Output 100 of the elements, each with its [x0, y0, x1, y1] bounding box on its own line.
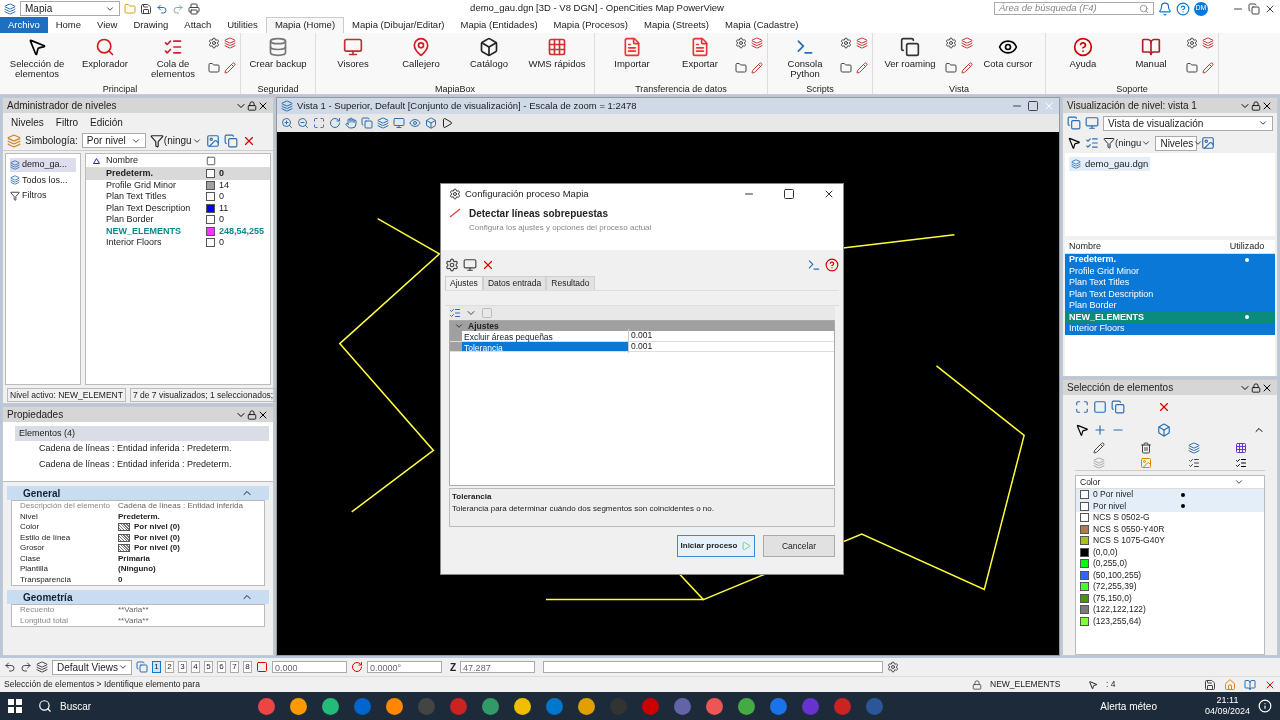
property-name[interactable]: Tolerancia — [462, 341, 628, 351]
app-icon[interactable] — [482, 697, 499, 715]
eye-icon[interactable] — [409, 117, 421, 129]
terminal-icon[interactable] — [807, 258, 821, 272]
pencil-icon[interactable] — [1092, 442, 1105, 455]
bin-icon[interactable] — [1140, 442, 1153, 455]
distance-field[interactable]: 0.000 — [272, 661, 347, 673]
color-item[interactable]: (0,255,0) — [1076, 558, 1264, 570]
lock-icon[interactable] — [247, 409, 257, 420]
grid-icon[interactable] — [1235, 442, 1248, 455]
windows-logo-icon[interactable] — [8, 699, 22, 713]
settings-icon[interactable] — [1186, 37, 1198, 49]
app-icon[interactable] — [258, 697, 275, 715]
ribbon-button[interactable]: Consola Python — [772, 33, 838, 83]
settings-icon[interactable] — [840, 37, 852, 49]
forward-icon[interactable] — [20, 661, 32, 673]
tab[interactable]: Ajustes — [445, 276, 483, 290]
ribbon-tab[interactable]: Mapia (Entidades) — [452, 17, 546, 33]
settings-icon[interactable] — [945, 37, 957, 49]
zoom-in-icon[interactable] — [281, 117, 293, 129]
ribbon-tab[interactable]: Archivo — [0, 17, 48, 33]
ribbon-tab[interactable]: Drawing — [125, 17, 177, 33]
symbology-dropdown[interactable]: Por nivel — [81, 133, 146, 148]
level-row[interactable]: Interior Floors 0 — [86, 237, 270, 249]
view-number-button[interactable]: 7 — [230, 661, 239, 673]
ribbon-tab[interactable]: Mapia (Home) — [265, 17, 345, 33]
ribbon-tab[interactable]: Mapia (Streets) — [636, 17, 717, 33]
help-icon[interactable] — [825, 258, 839, 272]
maximize-icon[interactable] — [1027, 100, 1039, 112]
tree-item[interactable]: Cadena de líneas : Entidad inferida : Predeterm. — [7, 441, 269, 457]
pencil-icon[interactable] — [1202, 62, 1214, 74]
list-icon[interactable] — [1085, 136, 1099, 150]
color-item[interactable]: (123,255,64) — [1076, 615, 1264, 627]
ribbon-tab[interactable]: Attach — [176, 17, 220, 33]
views-dropdown[interactable]: Default Views — [52, 659, 132, 675]
settings-icon[interactable] — [208, 37, 220, 49]
section-header[interactable]: General — [7, 486, 269, 500]
view-number-button[interactable]: 6 — [217, 661, 226, 673]
ribbon-button[interactable]: Catálogo — [456, 33, 522, 83]
tree-item[interactable]: Todos los... — [10, 173, 76, 187]
settings-icon[interactable] — [735, 37, 747, 49]
view-number-button[interactable]: 5 — [204, 661, 213, 673]
pencil-icon[interactable] — [856, 62, 868, 74]
angle-icon[interactable] — [351, 661, 363, 673]
app-icon[interactable] — [290, 697, 307, 715]
back-icon[interactable] — [4, 661, 16, 673]
windows-icon[interactable] — [1067, 116, 1081, 130]
folder-icon[interactable] — [208, 62, 220, 74]
home-icon[interactable] — [1224, 678, 1236, 691]
pan-icon[interactable] — [345, 117, 357, 129]
ribbon-button[interactable]: Importar — [599, 33, 665, 83]
color-item[interactable]: NCS S 1075-G40Y — [1076, 535, 1264, 547]
view-number-button[interactable]: 4 — [191, 661, 200, 673]
search-field[interactable]: Área de búsqueda (F4) — [994, 2, 1154, 15]
level-row[interactable]: Predeterm. 0 — [86, 168, 270, 180]
workspace-dropdown[interactable]: Mapia — [20, 1, 120, 16]
settings-icon[interactable] — [445, 258, 459, 272]
element-icon[interactable] — [1157, 423, 1171, 437]
app-icon[interactable] — [514, 697, 531, 715]
pointer-icon[interactable] — [1075, 423, 1089, 437]
copy-icon[interactable] — [361, 117, 373, 129]
save-icon[interactable] — [1204, 678, 1216, 691]
level-row[interactable]: Plan Text Description 11 — [86, 202, 270, 214]
cancel-button[interactable]: Cancelar — [763, 535, 835, 557]
play-icon[interactable] — [441, 117, 453, 129]
print-icon[interactable] — [188, 2, 200, 15]
ribbon-button[interactable]: Exportar — [667, 33, 733, 83]
clear-selection-icon[interactable] — [1157, 400, 1171, 414]
copy-icon[interactable] — [223, 133, 238, 148]
layers-icon[interactable] — [224, 37, 236, 49]
close-icon[interactable] — [823, 188, 835, 200]
undo-icon[interactable] — [156, 2, 168, 15]
select-icon[interactable] — [1075, 400, 1089, 414]
level-row[interactable]: Plan Text Titles 0 — [86, 191, 270, 203]
view-dropdown[interactable]: Vista de visualización — [1103, 115, 1273, 131]
property-value[interactable]: 0.001 — [628, 329, 653, 343]
monitor-icon[interactable] — [463, 258, 477, 272]
ribbon-tab[interactable]: View — [89, 17, 126, 33]
ribbon-button[interactable]: Ayuda — [1050, 33, 1116, 83]
rotate-icon[interactable] — [329, 117, 341, 129]
menu-item[interactable]: Niveles — [11, 114, 44, 130]
level-row[interactable]: Plan Text Titles — [1065, 277, 1275, 289]
ribbon-button[interactable]: Crear backup — [245, 33, 311, 83]
tree-item[interactable]: Cadena de líneas : Entidad inferida : Predeterm. — [7, 457, 269, 473]
ribbon-tab[interactable]: Utilities — [219, 17, 266, 33]
image-icon[interactable] — [1201, 136, 1216, 150]
filter-button[interactable]: (ningu — [149, 133, 202, 148]
ribbon-button[interactable]: Explorador — [72, 33, 138, 83]
lock-icon[interactable] — [247, 100, 257, 111]
folder-icon[interactable] — [1186, 62, 1198, 74]
level-row[interactable]: Profile Grid Minor 14 — [86, 179, 270, 191]
ribbon-button[interactable]: Callejero — [388, 33, 454, 83]
layers-icon[interactable] — [377, 117, 389, 129]
rectangle-icon[interactable] — [1093, 400, 1107, 414]
book-icon[interactable] — [1244, 678, 1256, 691]
level-row[interactable]: Plan Border — [1065, 300, 1275, 312]
color-item[interactable]: (122,122,122) — [1076, 604, 1264, 616]
maximize-icon[interactable] — [783, 188, 795, 200]
section-header[interactable]: Geometría — [7, 590, 269, 604]
folder-icon[interactable] — [840, 62, 852, 74]
